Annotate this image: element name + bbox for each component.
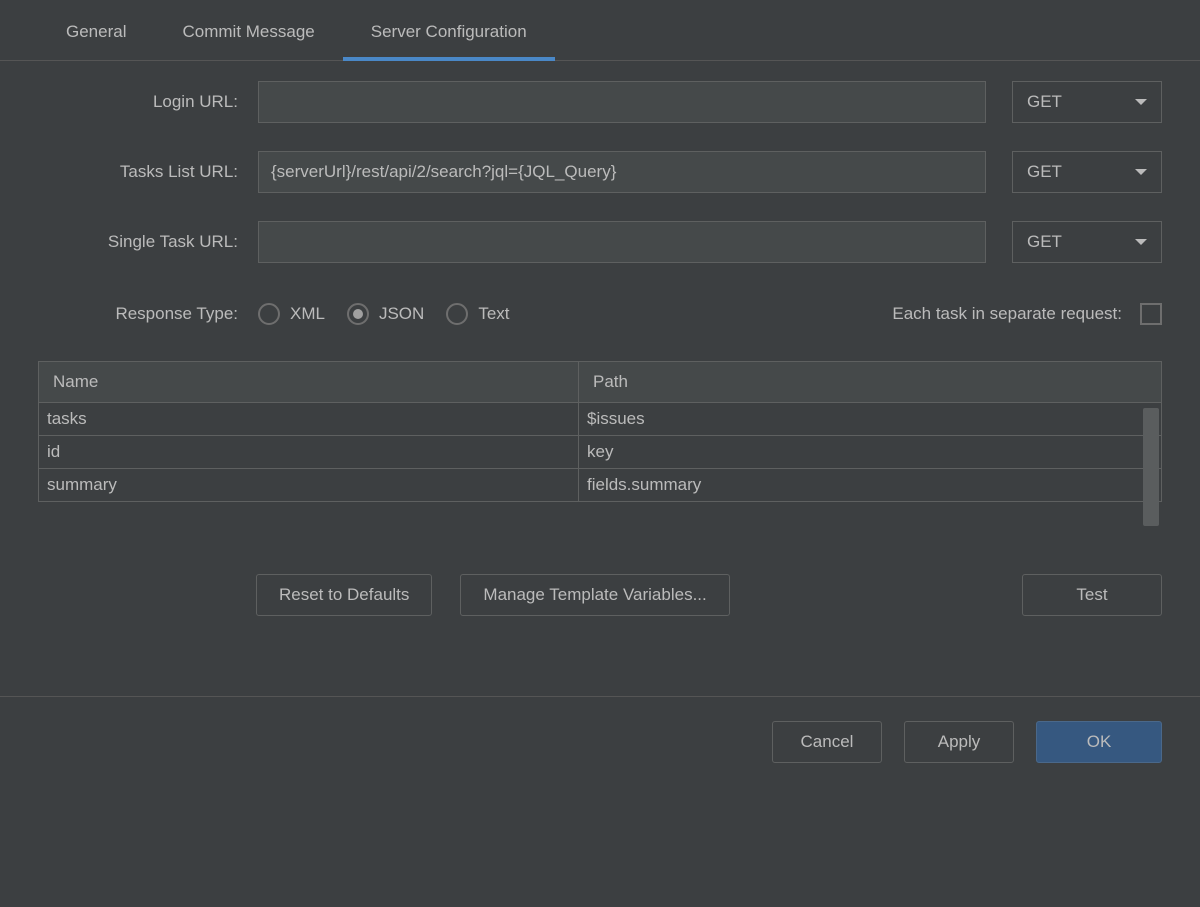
- table-body: tasks $issues id key summary fields.summ…: [39, 403, 1161, 501]
- radio-text-label: Text: [478, 304, 509, 324]
- single-task-url-input[interactable]: [258, 221, 986, 263]
- radio-icon: [347, 303, 369, 325]
- table-cell-path[interactable]: key: [579, 436, 1161, 468]
- radio-icon: [446, 303, 468, 325]
- tasks-list-url-label: Tasks List URL:: [38, 162, 258, 182]
- cancel-button[interactable]: Cancel: [772, 721, 882, 763]
- table-header-name[interactable]: Name: [39, 362, 579, 402]
- login-url-method-value: GET: [1027, 92, 1062, 112]
- mapping-table: Name Path tasks $issues id key summary f…: [38, 361, 1162, 502]
- manage-template-variables-button[interactable]: Manage Template Variables...: [460, 574, 729, 616]
- login-url-input[interactable]: [258, 81, 986, 123]
- response-type-label: Response Type:: [38, 304, 258, 324]
- action-buttons-row: Reset to Defaults Manage Template Variab…: [38, 574, 1162, 616]
- reset-defaults-button[interactable]: Reset to Defaults: [256, 574, 432, 616]
- chevron-down-icon: [1135, 169, 1147, 175]
- table-cell-name[interactable]: id: [39, 436, 579, 468]
- table-cell-name[interactable]: tasks: [39, 403, 579, 435]
- tasks-list-url-method-select[interactable]: GET: [1012, 151, 1162, 193]
- chevron-down-icon: [1135, 99, 1147, 105]
- tab-general[interactable]: General: [38, 0, 154, 60]
- table-row[interactable]: summary fields.summary: [39, 469, 1161, 501]
- each-task-separate-checkbox[interactable]: [1140, 303, 1162, 325]
- radio-xml-label: XML: [290, 304, 325, 324]
- apply-button[interactable]: Apply: [904, 721, 1014, 763]
- login-url-method-select[interactable]: GET: [1012, 81, 1162, 123]
- response-type-radio-group: XML JSON Text: [258, 303, 510, 325]
- single-task-url-method-value: GET: [1027, 232, 1062, 252]
- radio-json-label: JSON: [379, 304, 424, 324]
- table-cell-path[interactable]: $issues: [579, 403, 1161, 435]
- single-task-url-label: Single Task URL:: [38, 232, 258, 252]
- ok-button[interactable]: OK: [1036, 721, 1162, 763]
- each-task-separate-label: Each task in separate request:: [892, 304, 1122, 324]
- table-header-path[interactable]: Path: [579, 362, 1161, 402]
- login-url-label: Login URL:: [38, 92, 258, 112]
- table-cell-name[interactable]: summary: [39, 469, 579, 501]
- tasks-list-url-input[interactable]: [258, 151, 986, 193]
- table-header: Name Path: [39, 362, 1161, 403]
- radio-text[interactable]: Text: [446, 303, 509, 325]
- table-row[interactable]: tasks $issues: [39, 403, 1161, 436]
- chevron-down-icon: [1135, 239, 1147, 245]
- radio-icon: [258, 303, 280, 325]
- radio-json[interactable]: JSON: [347, 303, 424, 325]
- footer: Cancel Apply OK: [0, 697, 1200, 787]
- tab-bar: General Commit Message Server Configurat…: [0, 0, 1200, 61]
- tasks-list-url-method-value: GET: [1027, 162, 1062, 182]
- radio-xml[interactable]: XML: [258, 303, 325, 325]
- tab-commit-message[interactable]: Commit Message: [154, 0, 342, 60]
- scrollbar-thumb[interactable]: [1143, 408, 1159, 526]
- single-task-url-method-select[interactable]: GET: [1012, 221, 1162, 263]
- login-url-row: Login URL: GET: [38, 81, 1162, 123]
- single-task-url-row: Single Task URL: GET: [38, 221, 1162, 263]
- each-task-separate-group: Each task in separate request:: [892, 303, 1162, 325]
- tasks-list-url-row: Tasks List URL: GET: [38, 151, 1162, 193]
- tab-server-configuration[interactable]: Server Configuration: [343, 0, 555, 60]
- content-panel: Login URL: GET Tasks List URL: GET Singl…: [0, 61, 1200, 616]
- test-button[interactable]: Test: [1022, 574, 1162, 616]
- table-cell-path[interactable]: fields.summary: [579, 469, 1161, 501]
- response-type-row: Response Type: XML JSON Text Each task i…: [38, 303, 1162, 325]
- table-row[interactable]: id key: [39, 436, 1161, 469]
